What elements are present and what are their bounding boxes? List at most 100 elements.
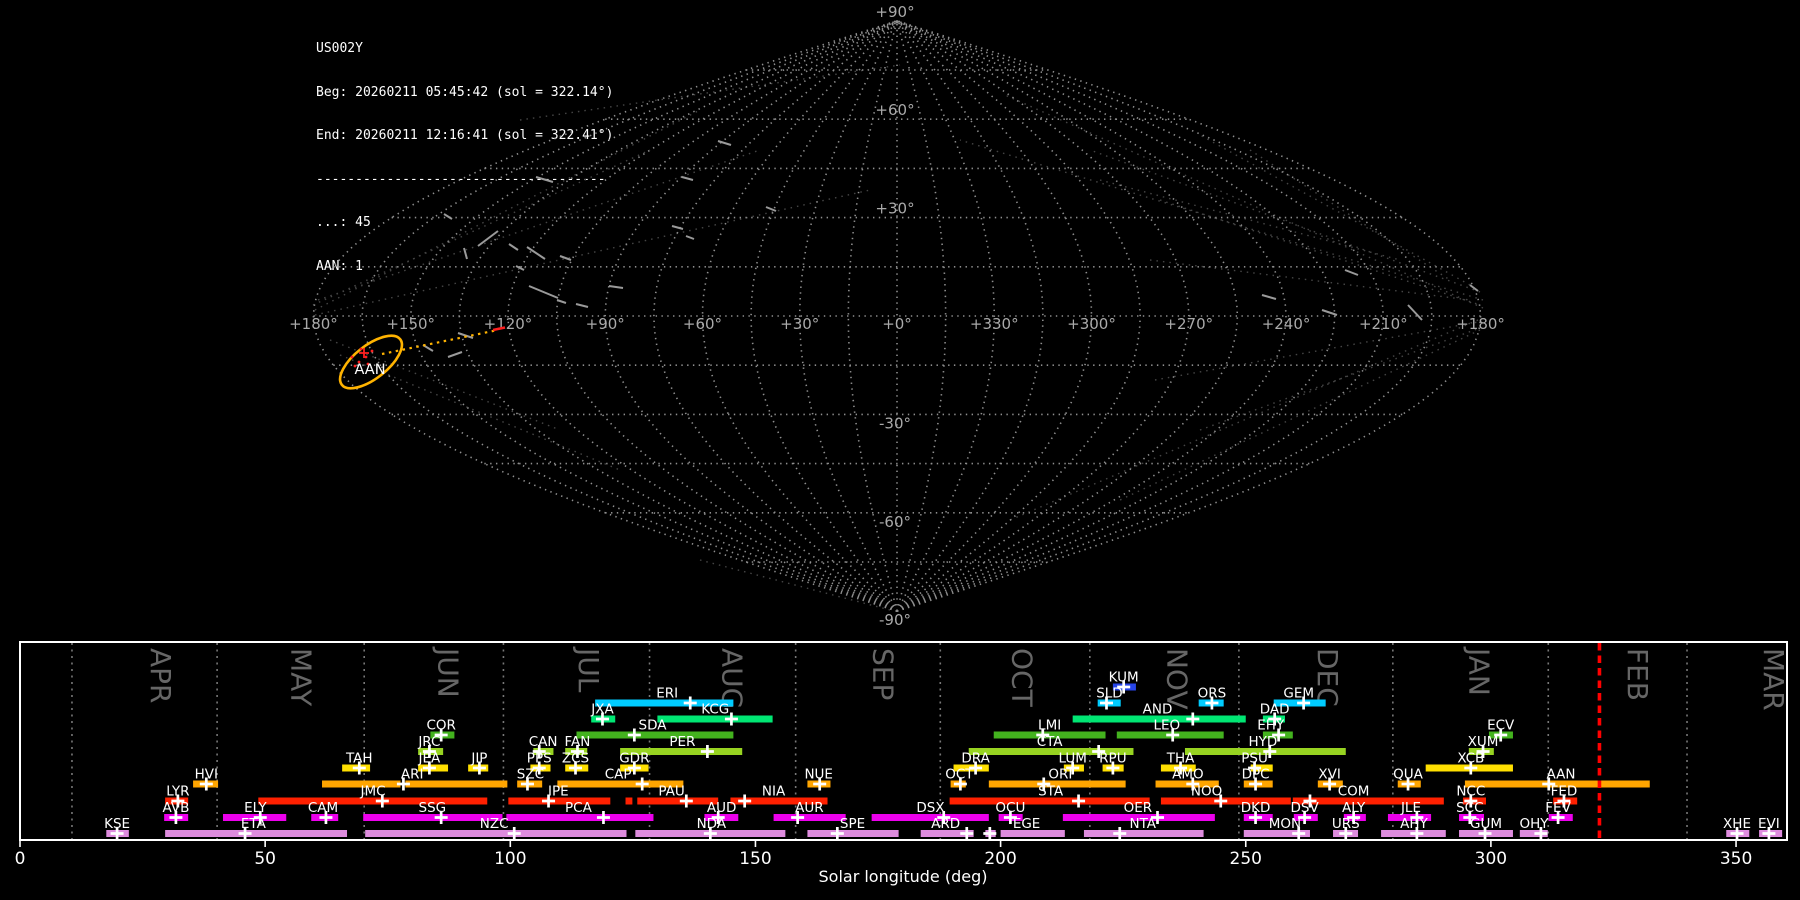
shower-FEV: FEV: [1545, 800, 1573, 824]
activity-timeline-chart: APR MAY JUN JUL AUG SEP OCT NOV DEC JAN FEB MARKUME…: [15, 641, 1790, 869]
shower-code-label: ORS: [1198, 686, 1227, 702]
x-tick-label: 200: [984, 849, 1016, 869]
shower-code-label: PSU: [1241, 751, 1268, 767]
shower-code-label: FED: [1551, 784, 1578, 800]
shower-code-label: JEA: [418, 751, 442, 767]
month-label: JUL: [572, 646, 605, 693]
shower-code-label: PER: [669, 734, 695, 750]
peak-marker: [738, 794, 752, 808]
shower-code-label: LEO: [1153, 718, 1180, 734]
peak-marker: [1113, 827, 1127, 840]
shower-code-label: XVI: [1318, 767, 1340, 783]
peak-marker: [960, 827, 974, 840]
peak-marker: [983, 827, 997, 840]
shower-TAH: TAH: [342, 751, 373, 775]
longitude-label: +0°: [882, 315, 912, 333]
shower-code-label: SZC: [517, 767, 544, 783]
shower-DPC: DPC: [1242, 767, 1273, 791]
shower-code-label: EGE: [1013, 816, 1041, 832]
shower-EVI: EVI: [1758, 816, 1783, 840]
longitude-label: +30°: [780, 315, 819, 333]
shower-code-label: ECV: [1487, 718, 1515, 734]
shower-code-label: ELY: [244, 800, 267, 816]
shower-bar: [625, 797, 633, 805]
shower-code-label: LMI: [1038, 718, 1061, 734]
shower-code-label: OCT: [945, 767, 974, 783]
longitude-label: +180°: [289, 315, 338, 333]
shower-code-label: FEV: [1545, 800, 1571, 816]
shower-JIP: JIP: [468, 751, 489, 775]
shower-code-label: DRA: [961, 751, 990, 767]
x-tick-label: 250: [1230, 849, 1262, 869]
shower-code-label: OHY: [1520, 816, 1550, 832]
shower-code-label: CTA: [1037, 734, 1064, 750]
shower-code-label: ORI: [1048, 767, 1072, 783]
month-label: OCT: [1006, 648, 1039, 708]
shower-code-label: COM: [1338, 784, 1370, 800]
shower-code-label: MON: [1269, 816, 1301, 832]
shower-code-label: JIP: [470, 751, 487, 767]
shower-XCB: XCB: [1425, 751, 1513, 775]
peak-marker: [507, 827, 521, 840]
shower-XHE: XHE: [1723, 816, 1751, 840]
meteor-observation-screen: US002Y Beg: 20260211 05:45:42 (sol = 322…: [0, 0, 1800, 900]
shower-JXA: JXA: [590, 702, 616, 726]
shower-code-label: SCC: [1456, 800, 1483, 816]
shower-code-label: ARI: [401, 767, 424, 783]
month-label: NOV: [1160, 648, 1193, 710]
shower-code-label: URS: [1332, 816, 1360, 832]
shower-code-label: NZC: [480, 816, 509, 832]
shower-code-label: ARD: [931, 816, 960, 832]
latitude-label: +60°: [875, 101, 914, 119]
x-tick-label: 50: [254, 849, 276, 869]
shower-code-label: KSE: [104, 816, 130, 832]
peak-marker: [635, 777, 649, 791]
aan-meteor-dot: [370, 349, 374, 353]
longitude-label: +300°: [1067, 315, 1116, 333]
shower-code-label: LUM: [1058, 751, 1086, 767]
shower-code-label: STA: [1038, 784, 1064, 800]
shower-code-label: DAD: [1260, 702, 1290, 718]
aan-meteor-dot: [364, 355, 368, 359]
shower-code-label: SSG: [419, 800, 447, 816]
latitude-label: -60°: [879, 513, 911, 531]
shower-code-label: AND: [1143, 702, 1173, 718]
latitude-label: +90°: [875, 3, 914, 21]
shower-OCT: OCT: [945, 767, 974, 791]
month-label: FEB: [1621, 648, 1654, 701]
peak-marker: [1072, 794, 1086, 808]
aan-trajectory: [381, 328, 499, 356]
x-axis-title: Solar longitude (deg): [819, 867, 988, 886]
shower-SLD: SLD: [1096, 686, 1123, 710]
longitude-label: +240°: [1262, 315, 1311, 333]
shower-code-label: THA: [1166, 751, 1195, 767]
shower-code-label: NCC: [1456, 784, 1485, 800]
shower-KSE: KSE: [104, 816, 130, 840]
aan-meteor-dot: [359, 347, 363, 351]
shower-code-label: OCU: [995, 800, 1025, 816]
shower-NDA: NDA: [635, 816, 786, 840]
latitude-label: -30°: [879, 414, 911, 432]
peak-marker: [596, 811, 610, 824]
shower-code-label: DPC: [1242, 767, 1270, 783]
x-tick-label: 100: [494, 849, 526, 869]
shower-code-label: NIA: [762, 784, 786, 800]
shower-code-label: PCA: [565, 800, 593, 816]
peak-marker: [700, 745, 714, 758]
shower-bars: KUM ERI SLD ORS GEM JXA KCG AND DAD COR SDA LMI LEO E…: [104, 670, 1783, 840]
shower-code-label: EHY: [1257, 718, 1285, 734]
shower-code-label: DSV: [1290, 800, 1319, 816]
shower-AVB: AVB: [162, 800, 189, 824]
aan-meteor-dot: [350, 355, 354, 359]
shower-code-label: QUA: [1393, 767, 1424, 783]
month-label: MAR: [1757, 648, 1790, 711]
shower-CAM: CAM: [308, 800, 339, 824]
shower-code-label: HVI: [195, 767, 218, 783]
month-label: APR: [144, 648, 177, 704]
month-label: SEP: [866, 648, 899, 700]
shower-code-label: XCB: [1457, 751, 1484, 767]
shower-code-label: SLD: [1096, 686, 1123, 702]
shower-code-label: LYR: [166, 784, 189, 800]
shower-ZCS: ZCS: [562, 751, 589, 775]
shower-code-label: JMC: [359, 784, 385, 800]
